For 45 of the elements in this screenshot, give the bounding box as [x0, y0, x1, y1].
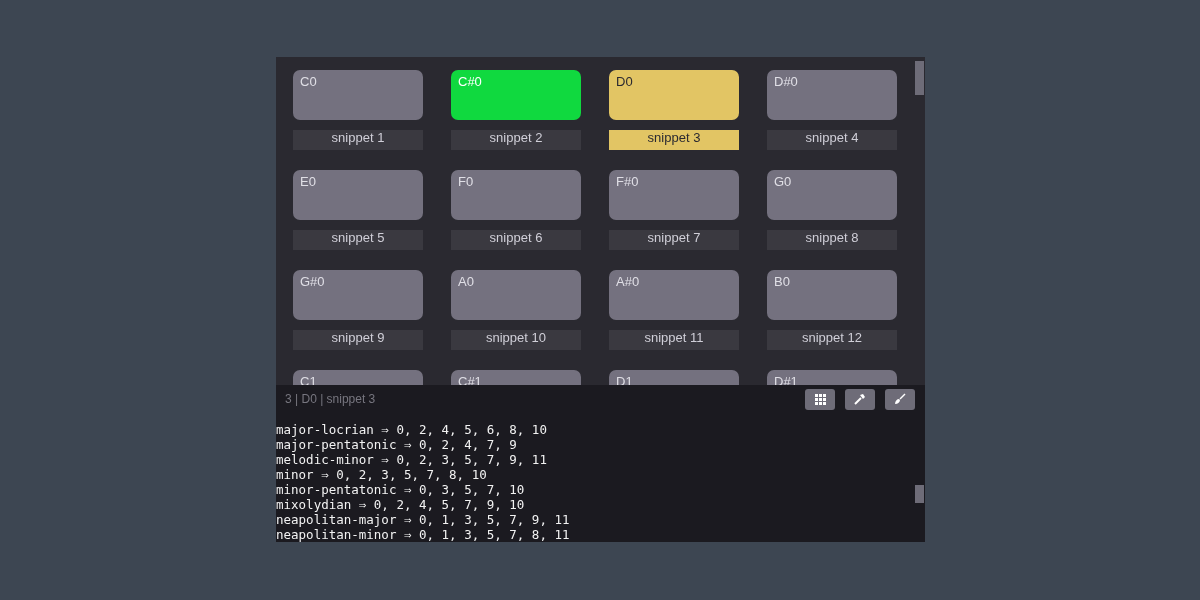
- pad-button[interactable]: B0: [767, 270, 897, 320]
- console-line: neapolitan-minor ⇒ 0, 1, 3, 5, 7, 8, 11: [276, 527, 571, 542]
- toolbar-button[interactable]: [805, 388, 835, 410]
- pad-label: snippet 3: [609, 130, 739, 150]
- pad-button[interactable]: C#0: [451, 70, 581, 120]
- pad-label: snippet 8: [767, 230, 897, 250]
- pad-button[interactable]: A0: [451, 270, 581, 320]
- pad-button[interactable]: D#0: [767, 70, 897, 120]
- pad-label: snippet 1: [293, 130, 423, 150]
- pad-label: snippet 10: [451, 330, 581, 350]
- console-line: major-pentatonic ⇒ 0, 2, 4, 7, 9: [276, 437, 518, 452]
- pad-button[interactable]: D#1: [767, 370, 897, 386]
- brush-icon: [894, 393, 906, 406]
- pad-label: snippet 12: [767, 330, 897, 350]
- pad-button[interactable]: C1: [293, 370, 423, 386]
- console-line: mixolydian ⇒ 0, 2, 4, 5, 7, 9, 10: [276, 497, 526, 512]
- console-line: neapolitan-major ⇒ 0, 1, 3, 5, 7, 9, 11: [276, 512, 571, 527]
- hammer-icon: [854, 393, 866, 406]
- pad-button[interactable]: F#0: [609, 170, 739, 220]
- pad-label: snippet 2: [451, 130, 581, 150]
- console-line: major-locrian ⇒ 0, 2, 4, 5, 6, 8, 10: [276, 422, 548, 437]
- pad-label: snippet 7: [609, 230, 739, 250]
- console-line: minor ⇒ 0, 2, 3, 5, 7, 8, 10: [276, 467, 488, 482]
- pad-label: snippet 9: [293, 330, 423, 350]
- pad-label: snippet 6: [451, 230, 581, 250]
- pad-label: snippet 5: [293, 230, 423, 250]
- console-line: melodic-minor ⇒ 0, 2, 3, 5, 7, 9, 11: [276, 452, 548, 467]
- pad-button[interactable]: A#0: [609, 270, 739, 320]
- scrollbar[interactable]: [915, 485, 924, 503]
- pad-button[interactable]: C#1: [451, 370, 581, 386]
- toolbar-button[interactable]: [885, 388, 915, 410]
- pad-button[interactable]: E0: [293, 170, 423, 220]
- pad-label: snippet 11: [609, 330, 739, 350]
- scrollbar[interactable]: [915, 61, 924, 95]
- pad-button[interactable]: C0: [293, 70, 423, 120]
- toolbar-button[interactable]: [845, 388, 875, 410]
- status-text: 3 | D0 | snippet 3: [285, 392, 376, 407]
- grid-icon: [814, 393, 826, 405]
- pad-button[interactable]: G0: [767, 170, 897, 220]
- pad-button[interactable]: D1: [609, 370, 739, 386]
- pad-button[interactable]: F0: [451, 170, 581, 220]
- pad-label: snippet 4: [767, 130, 897, 150]
- pad-button[interactable]: D0: [609, 70, 739, 120]
- pad-button[interactable]: G#0: [293, 270, 423, 320]
- console-line: minor-pentatonic ⇒ 0, 3, 5, 7, 10: [276, 482, 526, 497]
